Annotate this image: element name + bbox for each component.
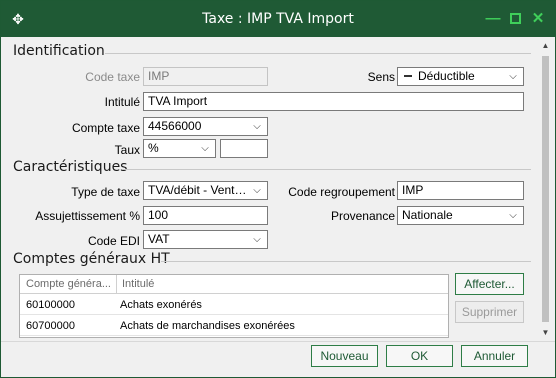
provenance-select[interactable]: Nationale ⌵ [397, 206, 524, 225]
intitule-field[interactable]: TVA Import [143, 92, 524, 111]
taux-field[interactable] [220, 139, 268, 158]
window-title: Taxe : IMP TVA Import [202, 11, 354, 27]
code-taxe-field: IMP [143, 67, 268, 86]
compte-taxe-select[interactable]: 44566000 ⌵ [143, 117, 268, 136]
close-icon[interactable]: ✕ [528, 9, 548, 29]
type-taxe-select[interactable]: TVA/débit - Vente d... ⌵ [143, 181, 268, 200]
compte-taxe-label: Compte taxe [71, 121, 140, 135]
table-row[interactable]: 60700000 Achats de marchandises exonérée… [20, 316, 448, 336]
maximize-icon[interactable] [505, 9, 525, 29]
section-divider [123, 169, 531, 170]
assujettissement-label: Assujettissement % [35, 209, 140, 223]
scroll-down-icon[interactable]: ▼ [537, 325, 554, 341]
column-header-intitule[interactable]: Intitulé [118, 275, 158, 293]
minus-icon [404, 74, 412, 77]
ok-button[interactable]: OK [386, 345, 453, 367]
minimize-icon[interactable]: — [483, 9, 503, 29]
provenance-label: Provenance [330, 209, 395, 223]
taux-label: Taux [114, 143, 140, 157]
chevron-down-icon: ⌵ [509, 71, 517, 82]
section-divider [105, 53, 531, 54]
affecter-button[interactable]: Affecter... [455, 273, 524, 295]
table-row[interactable]: 60100000 Achats exonérés [20, 295, 448, 315]
annuler-button[interactable]: Annuler [461, 345, 528, 367]
supprimer-button: Supprimer [455, 301, 524, 323]
assujettissement-field[interactable]: 100 [143, 206, 268, 225]
vertical-scrollbar[interactable]: ▲ ▼ [537, 38, 554, 341]
code-edi-label: Code EDI [87, 234, 140, 248]
chevron-down-icon: ⌵ [253, 185, 261, 196]
chevron-down-icon: ⌵ [253, 234, 261, 245]
chevron-down-icon: ⌵ [201, 143, 209, 154]
code-regroupement-field[interactable]: IMP [397, 181, 524, 200]
type-taxe-label: Type de taxe [71, 185, 140, 199]
section-comptes-generaux: Comptes généraux HT [13, 251, 170, 267]
code-regroupement-label: Code regroupement [288, 185, 395, 199]
chevron-down-icon: ⌵ [253, 121, 261, 132]
cell-intitule: Achats de marchandises exonérées [120, 320, 295, 332]
intitule-label: Intitulé [104, 95, 140, 109]
sens-label: Sens [367, 70, 395, 84]
tax-dialog-window: ✥ Taxe : IMP TVA Import — ✕ Identificati… [0, 0, 556, 378]
title-bar[interactable]: ✥ Taxe : IMP TVA Import — ✕ [1, 1, 555, 37]
code-edi-select[interactable]: VAT ⌵ [143, 230, 268, 249]
table-header: Compte généra... Intitulé [20, 275, 448, 294]
column-header-compte[interactable]: Compte généra... [20, 275, 117, 293]
sens-value: Déductible [418, 69, 475, 83]
comptes-table: Compte généra... Intitulé 60100000 Achat… [19, 274, 449, 338]
sens-select[interactable]: Déductible ⌵ [397, 67, 524, 86]
nouveau-button[interactable]: Nouveau [311, 345, 378, 367]
cell-intitule: Achats exonérés [120, 299, 202, 311]
section-divider [161, 261, 531, 262]
cell-compte: 60100000 [26, 299, 75, 311]
code-edi-value: VAT [148, 232, 170, 246]
taux-type-select[interactable]: % ⌵ [143, 139, 216, 158]
scrollbar-thumb[interactable] [542, 56, 549, 322]
compte-taxe-value: 44566000 [148, 119, 202, 133]
scroll-up-icon[interactable]: ▲ [537, 38, 554, 54]
provenance-value: Nationale [402, 208, 453, 222]
code-taxe-label: Code taxe [85, 70, 140, 84]
section-identification: Identification [13, 43, 105, 59]
cell-compte: 60700000 [26, 320, 75, 332]
footer-divider [1, 341, 555, 342]
chevron-down-icon: ⌵ [509, 210, 517, 221]
section-caracteristiques: Caractéristiques [13, 159, 128, 175]
type-taxe-value: TVA/débit - Vente d... [148, 183, 262, 197]
